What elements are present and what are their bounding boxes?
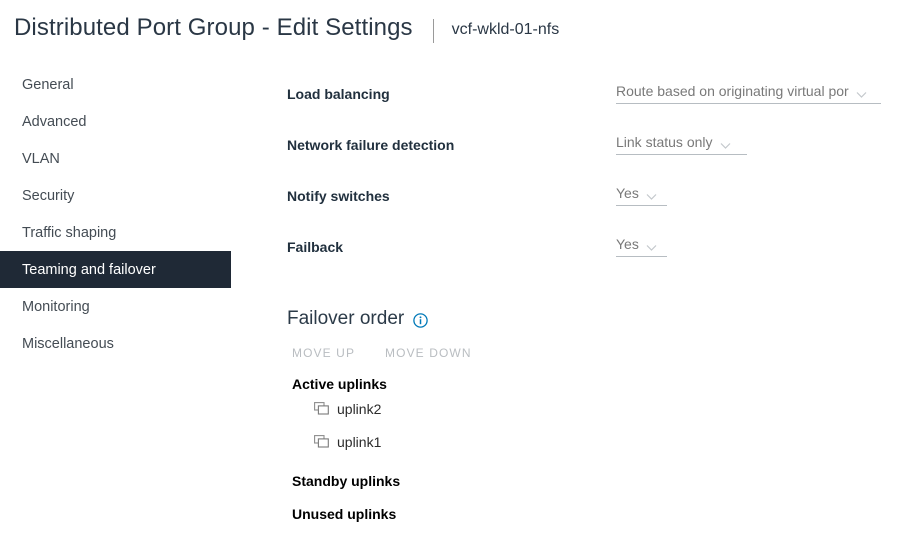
form-row-network-failure-detection: Network failure detection Link status on… [287, 126, 887, 177]
sidebar-item-general[interactable]: General [0, 66, 231, 103]
sidebar-item-vlan[interactable]: VLAN [0, 140, 231, 177]
page-subtitle: vcf-wkld-01-nfs [452, 21, 560, 39]
failover-order-heading: Failover order [287, 308, 887, 330]
list-item[interactable]: uplink2 [287, 392, 887, 425]
sidebar-item-label: Teaming and failover [22, 262, 156, 278]
sidebar-item-advanced[interactable]: Advanced [0, 103, 231, 140]
failover-order-section: Failover order MOVE UP MOVE DOWN Active … [287, 308, 887, 522]
network-adapter-icon [314, 435, 329, 448]
load-balancing-value: Route based on originating virtual por [616, 83, 849, 100]
form-row-notify-switches: Notify switches Yes [287, 177, 887, 228]
network-adapter-icon [314, 402, 329, 415]
failover-order-title: Failover order [287, 308, 404, 330]
title-separator [433, 19, 434, 43]
chevron-down-icon [646, 193, 657, 201]
failback-label: Failback [287, 239, 343, 255]
uplink-name: uplink2 [337, 401, 381, 417]
network-failure-detection-value: Link status only [616, 134, 713, 151]
failback-value: Yes [616, 236, 639, 253]
network-failure-detection-select[interactable]: Link status only [616, 134, 747, 155]
sidebar-item-miscellaneous[interactable]: Miscellaneous [0, 325, 231, 362]
page-title: Distributed Port Group - Edit Settings [14, 14, 413, 42]
uplink-name: uplink1 [337, 434, 381, 450]
move-up-button[interactable]: MOVE UP [292, 346, 355, 360]
chevron-down-icon [856, 91, 867, 99]
standby-uplinks-group-title: Standby uplinks [287, 473, 887, 489]
sidebar-item-label: Traffic shaping [22, 225, 116, 241]
failback-select[interactable]: Yes [616, 236, 667, 257]
load-balancing-select[interactable]: Route based on originating virtual por [616, 83, 881, 104]
sidebar-item-teaming-and-failover[interactable]: Teaming and failover [0, 251, 231, 288]
sidebar-item-label: VLAN [22, 151, 60, 167]
notify-switches-label: Notify switches [287, 188, 390, 204]
sidebar: General Advanced VLAN Security Traffic s… [0, 66, 250, 362]
teaming-failover-form: Load balancing Route based on originatin… [287, 75, 887, 279]
sidebar-item-security[interactable]: Security [0, 177, 231, 214]
sidebar-item-label: Advanced [22, 114, 87, 130]
load-balancing-label: Load balancing [287, 86, 390, 102]
notify-switches-value: Yes [616, 185, 639, 202]
form-row-failback: Failback Yes [287, 228, 887, 279]
chevron-down-icon [646, 244, 657, 252]
notify-switches-select[interactable]: Yes [616, 185, 667, 206]
sidebar-item-label: General [22, 77, 74, 93]
sidebar-item-label: Security [22, 188, 74, 204]
info-circle-icon[interactable] [413, 313, 428, 328]
move-down-button[interactable]: MOVE DOWN [385, 346, 472, 360]
network-failure-detection-label: Network failure detection [287, 137, 454, 153]
form-row-load-balancing: Load balancing Route based on originatin… [287, 75, 887, 126]
active-uplinks-group-title: Active uplinks [287, 376, 887, 392]
sidebar-item-traffic-shaping[interactable]: Traffic shaping [0, 214, 231, 251]
list-item[interactable]: uplink1 [287, 425, 887, 458]
sidebar-item-label: Miscellaneous [22, 336, 114, 352]
unused-uplinks-group-title: Unused uplinks [287, 506, 887, 522]
page-header: Distributed Port Group - Edit Settings v… [0, 0, 906, 55]
chevron-down-icon [720, 142, 731, 150]
sidebar-item-label: Monitoring [22, 299, 90, 315]
sidebar-item-monitoring[interactable]: Monitoring [0, 288, 231, 325]
move-buttons-bar: MOVE UP MOVE DOWN [287, 346, 887, 360]
